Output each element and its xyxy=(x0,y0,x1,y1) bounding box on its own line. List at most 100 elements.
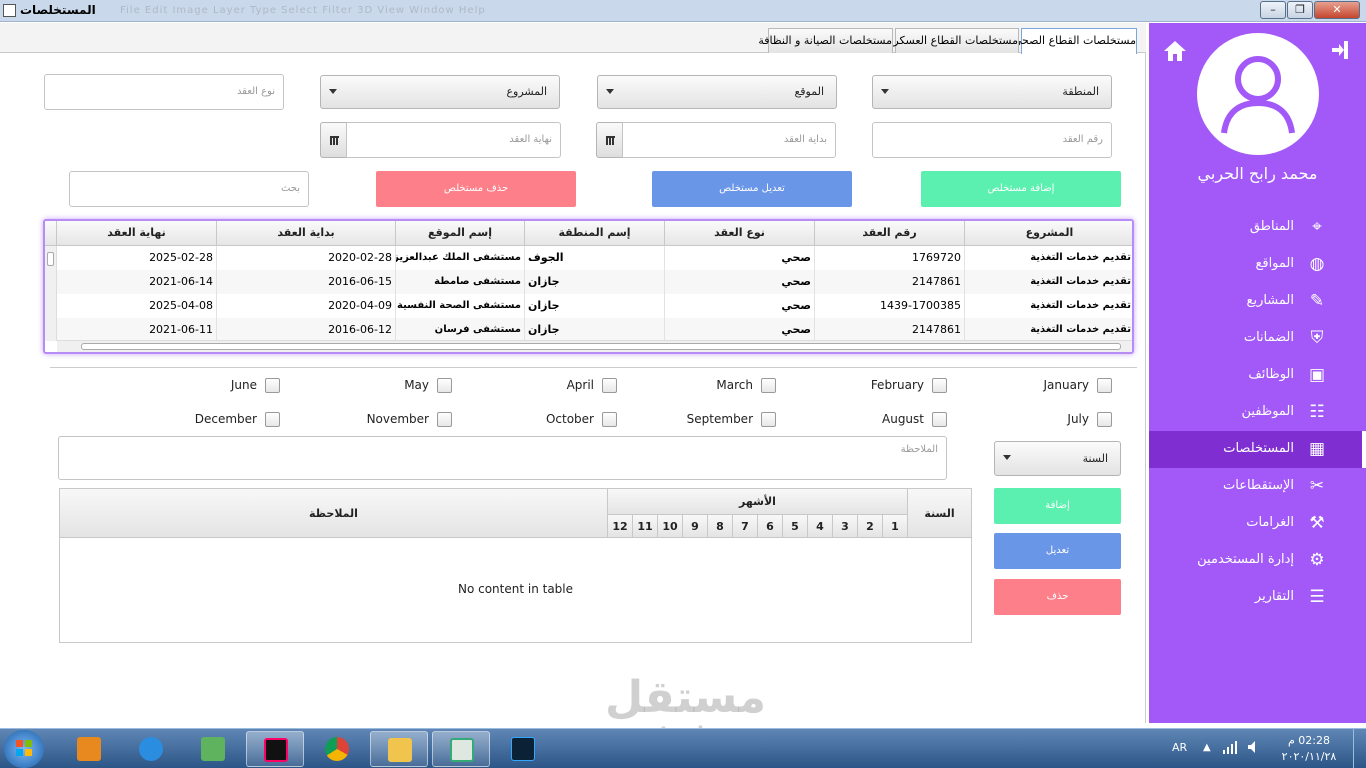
column-header[interactable]: المشروع xyxy=(965,221,1132,246)
maximize-button[interactable]: ❐ xyxy=(1287,1,1313,19)
clock-date[interactable]: ٢٠٢٠/١١/٢٨ xyxy=(1276,750,1342,763)
column-header[interactable]: نوع العقد xyxy=(665,221,815,246)
checkbox[interactable] xyxy=(602,411,617,427)
month-number-header[interactable]: 5 xyxy=(783,515,808,538)
notes-column-header[interactable]: الملاحظة xyxy=(60,489,608,538)
taskbar-ie[interactable] xyxy=(122,731,180,767)
column-header[interactable]: بداية العقد xyxy=(217,221,396,246)
edit-extract-button[interactable]: تعديل مستخلص xyxy=(652,171,852,207)
contract-end-input[interactable]: نهاية العقد xyxy=(346,122,561,158)
sidebar-item[interactable]: الموظفين ☷ xyxy=(1149,394,1366,431)
month-number-header[interactable]: 2 xyxy=(858,515,883,538)
month-number-header[interactable]: 1 xyxy=(883,515,908,538)
months-column-header[interactable]: الأشهر xyxy=(608,489,908,515)
show-desktop-button[interactable] xyxy=(1353,729,1366,768)
month-checkbox-december[interactable]: December xyxy=(195,411,280,427)
taskbar-app-window[interactable] xyxy=(432,731,490,767)
edit-button[interactable]: تعديل xyxy=(994,533,1121,569)
taskbar-photoshop[interactable] xyxy=(494,731,552,767)
month-checkbox-june[interactable]: June xyxy=(231,377,280,393)
month-checkbox-july[interactable]: July xyxy=(1067,411,1112,427)
add-extract-button[interactable]: إضافة مستخلص xyxy=(921,171,1121,207)
contract-number-input[interactable]: رقم العقد xyxy=(872,122,1112,158)
sidebar-item[interactable]: المناطق ⌖ xyxy=(1149,209,1366,246)
sidebar-item[interactable]: التقارير ☰ xyxy=(1149,579,1366,616)
delete-button[interactable]: حذف xyxy=(994,579,1121,615)
column-header[interactable]: رقم العقد xyxy=(815,221,965,246)
taskbar-intellij[interactable] xyxy=(246,731,304,767)
month-number-header[interactable]: 4 xyxy=(808,515,833,538)
checkbox[interactable] xyxy=(761,411,776,427)
contract-start-date[interactable]: بداية العقد xyxy=(596,122,836,158)
taskbar-chrome[interactable] xyxy=(308,731,366,767)
logout-icon[interactable] xyxy=(1329,38,1353,62)
calendar-icon[interactable] xyxy=(596,122,623,158)
checkbox[interactable] xyxy=(932,411,947,427)
month-number-header[interactable]: 7 xyxy=(733,515,758,538)
year-column-header[interactable]: السنة xyxy=(908,489,972,538)
month-number-header[interactable]: 9 xyxy=(683,515,708,538)
network-icon[interactable] xyxy=(1222,739,1238,755)
monthly-table[interactable]: السنة الأشهر 1 2 3 4 5 6 7 8 9 10 11 12 الملاحظة No… xyxy=(59,488,972,643)
month-checkbox-september[interactable]: September xyxy=(687,411,776,427)
language-indicator[interactable]: AR xyxy=(1172,741,1187,754)
checkbox[interactable] xyxy=(265,377,280,393)
vertical-scrollbar[interactable] xyxy=(45,246,57,341)
checkbox[interactable] xyxy=(761,377,776,393)
region-combo[interactable]: المنطقة xyxy=(872,75,1112,109)
sidebar-item[interactable]: المواقع ◍ xyxy=(1149,246,1366,283)
taskbar-media-player[interactable] xyxy=(60,731,118,767)
checkbox[interactable] xyxy=(1097,411,1112,427)
contract-type-input[interactable]: نوع العقد xyxy=(44,74,284,110)
contract-start-input[interactable]: بداية العقد xyxy=(622,122,836,158)
month-number-header[interactable]: 12 xyxy=(608,515,633,538)
checkbox[interactable] xyxy=(1097,377,1112,393)
add-button[interactable]: إضافة xyxy=(994,488,1121,524)
site-combo[interactable]: الموقع xyxy=(597,75,837,109)
delete-extract-button[interactable]: حذف مستخلص xyxy=(376,171,576,207)
sidebar-item[interactable]: الضمانات ⛨ xyxy=(1149,320,1366,357)
month-checkbox-october[interactable]: October xyxy=(546,411,617,427)
column-header[interactable]: نهاية العقد xyxy=(57,221,217,246)
sidebar-item[interactable]: المستخلصات ▦ xyxy=(1149,431,1366,468)
taskbar-contacts[interactable] xyxy=(184,731,242,767)
month-checkbox-january[interactable]: January xyxy=(1044,377,1112,393)
month-checkbox-may[interactable]: May xyxy=(404,377,452,393)
tab-maintenance-cleaning[interactable]: مستخلصات الصيانة و النظافة xyxy=(758,28,893,53)
column-header[interactable]: إسم المنطقة xyxy=(525,221,665,246)
calendar-icon[interactable] xyxy=(320,122,347,158)
home-icon[interactable] xyxy=(1161,38,1189,64)
month-checkbox-august[interactable]: August xyxy=(882,411,947,427)
month-number-header[interactable]: 11 xyxy=(633,515,658,538)
sidebar-item[interactable]: الإستقطاعات ✂ xyxy=(1149,468,1366,505)
volume-icon[interactable] xyxy=(1246,739,1262,755)
tray-arrow-icon[interactable]: ▲ xyxy=(1203,742,1211,753)
checkbox[interactable] xyxy=(932,377,947,393)
month-checkbox-november[interactable]: November xyxy=(367,411,452,427)
month-number-header[interactable]: 8 xyxy=(708,515,733,538)
search-input[interactable]: بحث xyxy=(69,171,309,207)
contract-end-date[interactable]: نهاية العقد xyxy=(320,122,561,158)
checkbox[interactable] xyxy=(265,411,280,427)
tab-health-sector[interactable]: مستخلصات القطاع الصحي xyxy=(1013,28,1137,54)
start-button[interactable] xyxy=(4,730,44,768)
extracts-table[interactable]: المشروع رقم العقد نوع العقد إسم المنطقة … xyxy=(43,219,1134,354)
month-checkbox-april[interactable]: April xyxy=(567,377,617,393)
month-checkbox-february[interactable]: February xyxy=(871,377,947,393)
horizontal-scrollbar[interactable] xyxy=(57,340,1132,352)
notes-input[interactable]: الملاحظة xyxy=(58,436,947,480)
clock-time[interactable]: 02:28 م xyxy=(1276,734,1342,747)
sidebar-item[interactable]: المشاريع ✎ xyxy=(1149,283,1366,320)
column-header[interactable]: إسم الموقع xyxy=(396,221,525,246)
checkbox[interactable] xyxy=(437,377,452,393)
checkbox[interactable] xyxy=(602,377,617,393)
month-number-header[interactable]: 6 xyxy=(758,515,783,538)
sidebar-item[interactable]: الغرامات ⚒ xyxy=(1149,505,1366,542)
sidebar-item[interactable]: إدارة المستخدمين ⚙ xyxy=(1149,542,1366,579)
close-button[interactable]: ✕ xyxy=(1314,1,1360,19)
project-combo[interactable]: المشروع xyxy=(320,75,560,109)
year-combo[interactable]: السنة xyxy=(994,441,1121,476)
month-number-header[interactable]: 3 xyxy=(833,515,858,538)
sidebar-item[interactable]: الوظائف ▣ xyxy=(1149,357,1366,394)
tab-military-sector[interactable]: مستخلصات القطاع العسكري xyxy=(885,28,1019,53)
